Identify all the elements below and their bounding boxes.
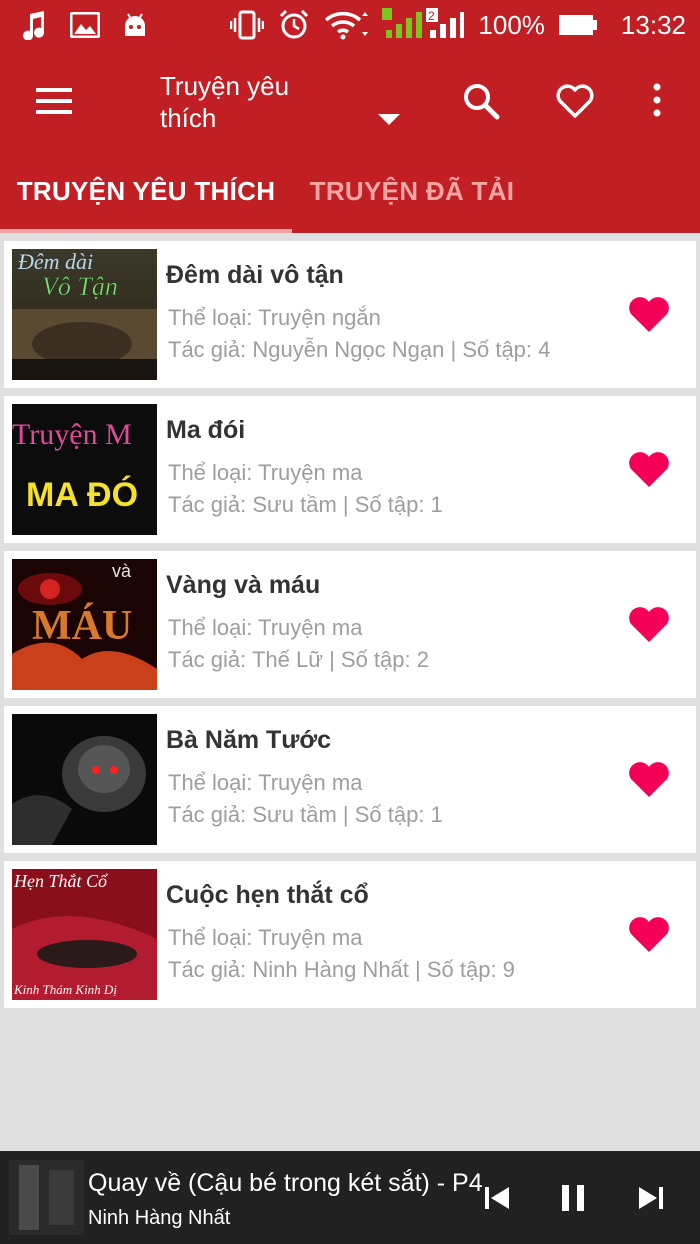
story-meta: Tác giả: Thế Lữ | Số tập: 2 <box>168 647 429 672</box>
music-note-icon <box>23 11 45 40</box>
cover-text: MA ĐÓ <box>26 476 138 514</box>
android-icon <box>125 13 145 36</box>
list-item[interactable]: Đêm dài Vô Tận Đêm dài vô tận Thể loại: … <box>4 241 696 388</box>
story-genre: Thể loại: Truyện ma <box>168 925 363 950</box>
cover-text: Hẹn Thắt Cổ <box>13 871 108 891</box>
story-title: Ma đói <box>166 416 246 444</box>
tab-label: TRUYỆN YÊU THÍCH <box>16 176 276 206</box>
menu-icon[interactable] <box>30 84 80 118</box>
more-vert-icon[interactable] <box>636 80 678 122</box>
tab-indicator <box>0 229 292 233</box>
app-bar: Truyện yêu thích <box>0 50 700 150</box>
tab-label: TRUYỆN ĐÃ TẢI <box>309 176 515 206</box>
list-item[interactable]: và MÁU Vàng và máu Thể loại: Truyện ma T… <box>4 551 696 698</box>
cover-text: Kinh Thám Kinh Dị <box>13 982 117 997</box>
signal-icon: 2 <box>382 8 465 38</box>
search-icon[interactable] <box>460 80 502 122</box>
cover-text: Truyện M <box>12 418 132 451</box>
status-bar: 2 100% 13:32 <box>0 0 700 50</box>
wifi-icon <box>325 12 369 40</box>
cover-text: Vô Tận <box>42 272 118 301</box>
vibrate-icon <box>230 10 265 40</box>
story-meta: Tác giả: Ninh Hàng Nhất | Số tập: 9 <box>168 957 515 982</box>
skip-previous-icon[interactable] <box>480 1181 514 1215</box>
story-cover: Đêm dài Vô Tận <box>12 249 157 380</box>
skip-next-icon[interactable] <box>634 1181 668 1215</box>
app-title: Truyện yêu thích <box>160 71 290 133</box>
player-cover <box>9 1160 84 1235</box>
list-item[interactable]: Truyện M MA ĐÓ Ma đói Thể loại: Truyện m… <box>4 396 696 543</box>
story-cover: và MÁU <box>12 559 157 690</box>
favorite-heart-icon[interactable] <box>626 449 672 489</box>
story-list: Đêm dài Vô Tận Đêm dài vô tận Thể loại: … <box>4 241 696 1016</box>
story-title: Cuộc hẹn thắt cổ <box>166 881 369 909</box>
title-dropdown[interactable]: Truyện yêu thích <box>160 70 410 134</box>
favorite-heart-icon[interactable] <box>626 604 672 644</box>
story-meta: Tác giả: Nguyễn Ngọc Ngạn | Số tập: 4 <box>168 337 551 362</box>
story-meta: Tác giả: Sưu tầm | Số tập: 1 <box>168 802 443 827</box>
story-meta: Tác giả: Sưu tầm | Số tập: 1 <box>168 492 443 517</box>
cover-text: Đêm dài <box>17 249 93 274</box>
clock: 13:32 <box>620 9 686 40</box>
cover-text: MÁU <box>32 602 132 649</box>
favorite-heart-icon[interactable] <box>626 914 672 954</box>
story-title: Bà Năm Tước <box>166 726 332 754</box>
battery-icon <box>558 15 597 35</box>
story-cover: Hẹn Thắt Cổ Kinh Thám Kinh Dị <box>12 869 157 1000</box>
image-icon <box>70 12 100 38</box>
list-item[interactable]: Hẹn Thắt Cổ Kinh Thám Kinh Dị Cuộc hẹn t… <box>4 861 696 1008</box>
battery-percent: 100% <box>478 9 545 40</box>
mini-player[interactable]: Quay về (Cậu bé trong két sắt) - P4 Ninh… <box>0 1151 700 1244</box>
player-title: Quay về (Cậu bé trong két sắt) - P4 <box>88 1169 483 1197</box>
story-genre: Thể loại: Truyện ngắn <box>168 305 381 330</box>
tab-downloaded-stories[interactable]: TRUYỆN ĐÃ TẢI <box>292 150 532 233</box>
favorite-heart-icon[interactable] <box>626 759 672 799</box>
dropdown-arrow-icon <box>378 114 400 125</box>
story-genre: Thể loại: Truyện ma <box>168 615 363 640</box>
story-title: Vàng và máu <box>166 571 321 599</box>
tab-bar: TRUYỆN YÊU THÍCH TRUYỆN ĐÃ TẢI <box>0 150 700 233</box>
list-item[interactable]: Bà Năm Tước Thể loại: Truyện ma Tác giả:… <box>4 706 696 853</box>
cover-text: và <box>112 561 132 581</box>
player-artist: Ninh Hàng Nhất <box>88 1207 231 1229</box>
favorite-heart-icon[interactable] <box>626 294 672 334</box>
alarm-icon <box>280 9 309 39</box>
story-genre: Thể loại: Truyện ma <box>168 460 363 485</box>
pause-icon[interactable] <box>556 1181 590 1215</box>
heart-outline-icon[interactable] <box>554 80 596 122</box>
story-cover: Truyện M MA ĐÓ <box>12 404 157 535</box>
tab-favorite-stories[interactable]: TRUYỆN YÊU THÍCH <box>0 150 292 233</box>
story-genre: Thể loại: Truyện ma <box>168 770 363 795</box>
story-title: Đêm dài vô tận <box>166 261 344 289</box>
story-cover <box>12 714 157 845</box>
sim-slot-label: 2 <box>428 9 435 23</box>
